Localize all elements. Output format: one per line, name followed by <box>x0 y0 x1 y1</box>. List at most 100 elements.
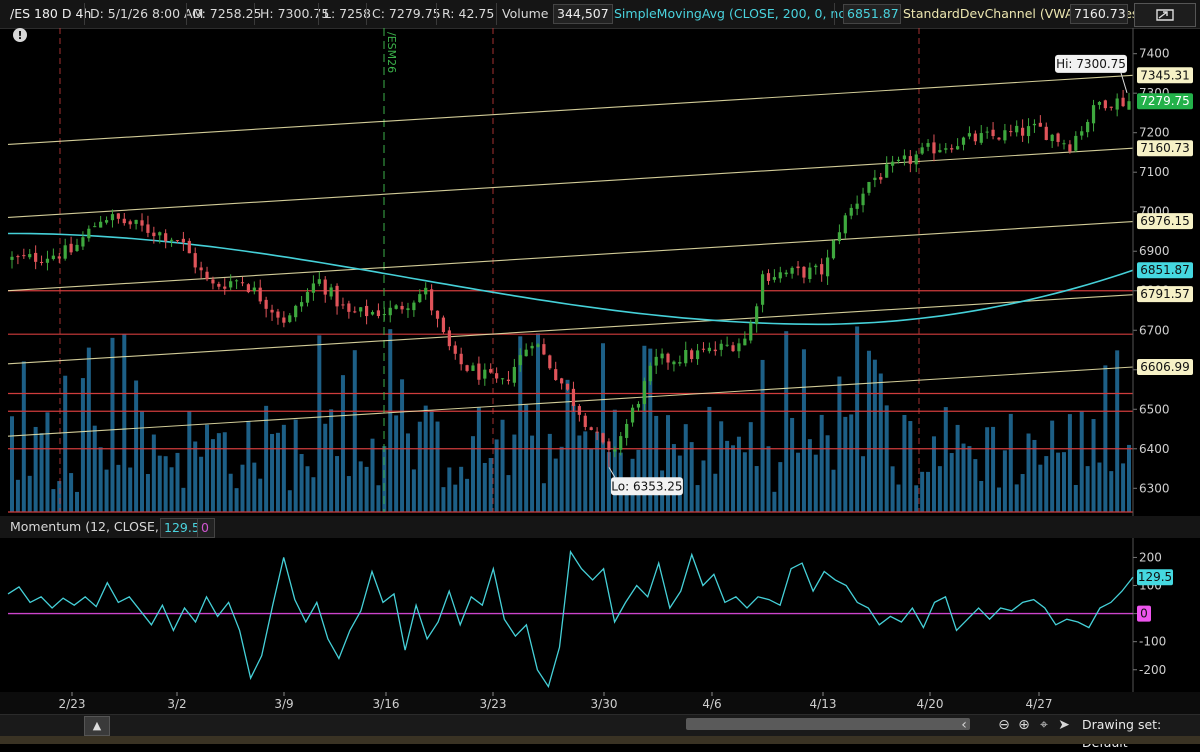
candle-body <box>997 137 1001 140</box>
volume-bar <box>571 404 576 512</box>
volume-bar <box>849 414 854 512</box>
symbol-label[interactable]: /ES 180 D 4h <box>10 5 91 23</box>
candle-body <box>81 237 85 247</box>
volume-bar <box>1026 433 1031 512</box>
candle-body <box>607 441 611 450</box>
volume-bar <box>1014 484 1019 512</box>
candle-body <box>495 373 499 379</box>
date-tick-label: 4/27 <box>1026 697 1053 711</box>
volume-bar <box>216 433 221 512</box>
volume-bar <box>75 491 80 512</box>
volume-bar <box>199 456 204 512</box>
crosshair-icon[interactable]: ⌖ <box>1036 717 1052 733</box>
alert-icon[interactable]: ! <box>13 28 27 42</box>
candle-body <box>784 272 788 275</box>
price-tick-label: 6500 <box>1139 402 1170 416</box>
volume-bar <box>530 435 535 512</box>
candle-body <box>956 146 960 150</box>
volume-bar <box>187 411 192 512</box>
candle-body <box>435 310 440 319</box>
volume-bar <box>10 416 14 512</box>
volume-bar <box>69 473 74 512</box>
candle-body <box>447 330 451 347</box>
zoom-out-icon[interactable]: ⊖ <box>996 717 1012 733</box>
candle-body <box>530 345 534 349</box>
volume-bar <box>317 335 322 512</box>
volume-bar <box>470 436 475 512</box>
volume-bar <box>128 467 133 512</box>
candle-body <box>69 243 73 253</box>
volume-bar <box>1032 439 1037 512</box>
header-divider <box>84 3 85 25</box>
volume-bar <box>1020 474 1025 512</box>
volume-bars <box>10 326 1131 512</box>
date-tick-label: 4/20 <box>917 697 944 711</box>
candle-body <box>1038 122 1042 127</box>
price-tag-label: 7279.75 <box>1140 94 1190 108</box>
candle-body <box>790 267 794 274</box>
scroll-left-icon[interactable]: ‹ <box>956 717 972 733</box>
candle-body <box>1021 127 1025 136</box>
candle-body <box>353 311 357 313</box>
candle-body <box>223 286 227 289</box>
volume-bar <box>299 454 304 512</box>
candle-body <box>619 436 623 450</box>
volume-bar <box>275 432 280 512</box>
candle-body <box>477 363 481 380</box>
candle-body <box>820 264 824 275</box>
candle-body <box>104 220 109 223</box>
candle-body <box>465 365 469 371</box>
volume-bar <box>27 475 32 512</box>
candle-body <box>772 277 776 280</box>
volume-bar <box>175 452 180 512</box>
price-tick-label: 6300 <box>1139 481 1170 495</box>
momentum-chart[interactable]: -200-1000100200 129.50 <box>0 538 1200 692</box>
volume-bar <box>15 479 20 512</box>
candle-body <box>737 343 741 352</box>
price-tag-label: 6606.99 <box>1140 360 1190 374</box>
price-tick-label: 6400 <box>1139 442 1170 456</box>
volume-bar <box>991 426 996 512</box>
expand-panel-button[interactable]: ▲ <box>84 716 110 736</box>
candle-body <box>394 305 398 309</box>
volume-bar <box>264 405 269 512</box>
volume-bar <box>240 464 245 512</box>
volume-bar <box>908 421 913 512</box>
candle-body <box>1115 98 1119 110</box>
zoom-in-icon[interactable]: ⊕ <box>1016 717 1032 733</box>
fullscreen-button[interactable] <box>1134 3 1196 27</box>
candle-body <box>991 129 995 137</box>
candle-body <box>672 361 676 365</box>
channel-line <box>7 366 1134 437</box>
price-chart[interactable]: /ESM26 630064006500660067006800690070007… <box>0 28 1200 516</box>
price-tag-label: 6851.87 <box>1140 263 1190 277</box>
candle-body <box>796 266 800 269</box>
volume-study-label[interactable]: Volume <box>502 5 549 23</box>
volume-bar <box>335 456 340 512</box>
volume-bar <box>760 359 765 512</box>
candle-body <box>382 314 386 316</box>
date-tick-label: 3/23 <box>480 697 507 711</box>
volume-bar <box>1044 456 1049 512</box>
pointer-icon[interactable]: ➤ <box>1056 717 1072 733</box>
date-axis: 2/23 3/2 3/9 3/16 3/23 3/30 4/6 4/13 4/20 4/27 <box>59 692 1053 711</box>
time-scrollbar[interactable] <box>686 718 970 730</box>
candle-body <box>985 131 989 133</box>
sma-study-label[interactable]: SimpleMovingAvg (CLOSE, 200, 0, no) <box>614 5 851 23</box>
momentum-label[interactable]: Momentum (12, CLOSE, no) <box>10 518 183 536</box>
candle-body <box>441 317 446 333</box>
candle-body <box>311 283 316 293</box>
volume-bar <box>896 484 901 512</box>
contract-roll-label: /ESM26 <box>385 32 398 73</box>
volume-bar <box>973 459 978 512</box>
candle-body <box>335 285 339 307</box>
candle-body <box>211 279 215 284</box>
volume-bar <box>778 462 783 512</box>
candle-body <box>831 240 836 259</box>
candle-body <box>920 147 924 154</box>
channel-line <box>7 220 1134 292</box>
candle-body <box>961 137 966 145</box>
candle-body <box>1109 106 1113 108</box>
drawing-set-label[interactable]: Drawing set: Default <box>1082 716 1200 750</box>
candle-body <box>678 362 682 364</box>
